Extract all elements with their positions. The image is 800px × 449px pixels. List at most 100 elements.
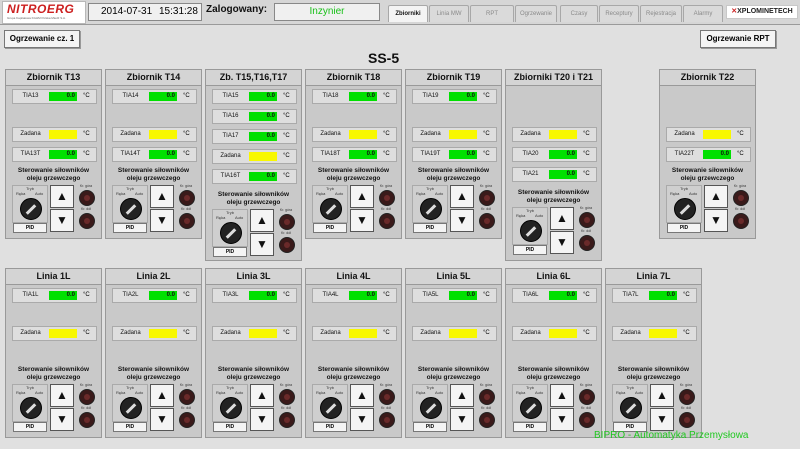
mode-knob[interactable] <box>120 198 142 220</box>
actuator-label-line2: oleju grzewczego <box>226 199 281 206</box>
pid-button[interactable]: PID <box>413 223 447 233</box>
setpoint-label: Zadana <box>520 330 541 336</box>
setpoint-input[interactable] <box>703 130 731 139</box>
actuator-label-line2: oleju grzewczego <box>326 175 381 182</box>
tab-alarmy[interactable]: Alarmy <box>683 5 723 22</box>
pid-button[interactable]: PID <box>413 422 447 432</box>
up-arrow-button[interactable]: ▲ <box>704 185 728 208</box>
down-arrow-button[interactable]: ▼ <box>650 408 674 431</box>
up-arrow-button[interactable]: ▲ <box>250 384 274 407</box>
mode-knob[interactable] <box>20 397 42 419</box>
down-arrow-button[interactable]: ▼ <box>50 408 74 431</box>
up-arrow-button[interactable]: ▲ <box>650 384 674 407</box>
tab-linia-mw[interactable]: Linia MW <box>429 5 469 22</box>
manual-label: Ręka <box>216 390 226 395</box>
down-arrow-button[interactable]: ▼ <box>50 209 74 232</box>
mode-knob[interactable] <box>220 222 242 244</box>
up-arrow-button[interactable]: ▲ <box>350 185 374 208</box>
setpoint-input[interactable] <box>549 329 577 338</box>
temperature-value: 0.0 <box>549 170 577 179</box>
down-arrow-button[interactable]: ▼ <box>704 209 728 232</box>
temperature-row: TIA20 0.0 °C <box>512 147 597 162</box>
up-arrow-button[interactable]: ▲ <box>550 207 574 230</box>
unit-label: °C <box>483 131 490 137</box>
unit-label: °C <box>83 93 90 99</box>
mode-knob[interactable] <box>520 220 542 242</box>
setpoint-input[interactable] <box>249 329 277 338</box>
pid-button[interactable]: PID <box>667 223 701 233</box>
pid-button[interactable]: PID <box>113 223 147 233</box>
temperature-row: TIA21 0.0 °C <box>512 167 597 182</box>
up-arrow-button[interactable]: ▲ <box>150 185 174 208</box>
down-arrow-button[interactable]: ▼ <box>350 209 374 232</box>
mode-knob[interactable] <box>320 198 342 220</box>
up-arrow-button[interactable]: ▲ <box>350 384 374 407</box>
temperature-value: 0.0 <box>149 92 177 101</box>
up-arrow-button[interactable]: ▲ <box>50 185 74 208</box>
mode-knob[interactable] <box>420 397 442 419</box>
tab-rejestracja[interactable]: Rejestracja <box>640 5 682 22</box>
ogrzewanie-cz1-button[interactable]: Ogrzewanie cz. 1 <box>4 30 80 48</box>
mode-knob[interactable] <box>520 397 542 419</box>
pid-button[interactable]: PID <box>513 245 547 255</box>
mode-knob[interactable] <box>220 397 242 419</box>
ogrzewanie-rpt-button[interactable]: Ogrzewanie RPT <box>700 30 776 48</box>
setpoint-input[interactable] <box>149 329 177 338</box>
pid-button[interactable]: PID <box>13 422 47 432</box>
top-limit-indicator <box>679 389 695 405</box>
mode-knob[interactable] <box>120 397 142 419</box>
pid-button[interactable]: PID <box>313 422 347 432</box>
setpoint-input[interactable] <box>449 130 477 139</box>
up-arrow-button[interactable]: ▲ <box>550 384 574 407</box>
mode-knob[interactable] <box>674 198 696 220</box>
mode-knob[interactable] <box>20 198 42 220</box>
up-arrow-button[interactable]: ▲ <box>450 185 474 208</box>
setpoint-input[interactable] <box>249 152 277 161</box>
pid-button[interactable]: PID <box>113 422 147 432</box>
up-arrow-button[interactable]: ▲ <box>50 384 74 407</box>
pid-button[interactable]: PID <box>13 223 47 233</box>
bottom-limit-indicator <box>179 213 195 229</box>
top-limit-indicator <box>479 190 495 206</box>
setpoint-row: Zadana °C <box>412 326 497 341</box>
pid-button[interactable]: PID <box>513 422 547 432</box>
setpoint-input[interactable] <box>349 130 377 139</box>
setpoint-input[interactable] <box>649 329 677 338</box>
tab-rpt[interactable]: RPT <box>470 5 514 22</box>
tab-ogrzewanie[interactable]: Ogrzewanie <box>515 5 557 22</box>
down-arrow-button[interactable]: ▼ <box>250 408 274 431</box>
setpoint-label: Zadana <box>220 330 241 336</box>
pid-button[interactable]: PID <box>213 247 247 257</box>
mode-knob[interactable] <box>620 397 642 419</box>
tab-receptury[interactable]: Receptury <box>599 5 639 22</box>
unit-label: °C <box>183 330 190 336</box>
temperature-value: 0.0 <box>149 150 177 159</box>
setpoint-input[interactable] <box>549 130 577 139</box>
setpoint-input[interactable] <box>449 329 477 338</box>
tab-zbiorniki[interactable]: Zbiorniki <box>388 5 428 22</box>
down-arrow-button[interactable]: ▼ <box>150 408 174 431</box>
down-arrow-button[interactable]: ▼ <box>450 408 474 431</box>
actuator-label-line1: Sterowanie siłowników <box>317 366 390 373</box>
down-arrow-button[interactable]: ▼ <box>150 209 174 232</box>
setpoint-input[interactable] <box>49 130 77 139</box>
down-arrow-button[interactable]: ▼ <box>250 233 274 256</box>
pid-button[interactable]: PID <box>313 223 347 233</box>
setpoint-input[interactable] <box>149 130 177 139</box>
mode-knob[interactable] <box>420 198 442 220</box>
pid-button[interactable]: PID <box>213 422 247 432</box>
temperature-value: 0.0 <box>349 92 377 101</box>
down-arrow-button[interactable]: ▼ <box>350 408 374 431</box>
tab-czasy[interactable]: Czasy <box>560 5 598 22</box>
setpoint-input[interactable] <box>349 329 377 338</box>
mode-knob[interactable] <box>320 397 342 419</box>
up-arrow-button[interactable]: ▲ <box>150 384 174 407</box>
up-arrow-button[interactable]: ▲ <box>450 384 474 407</box>
setpoint-input[interactable] <box>49 329 77 338</box>
down-arrow-button[interactable]: ▼ <box>450 209 474 232</box>
down-arrow-button[interactable]: ▼ <box>550 231 574 254</box>
down-arrow-button[interactable]: ▼ <box>550 408 574 431</box>
actuator-label-line2: oleju grzewczego <box>526 374 581 381</box>
manual-label: Ręka <box>116 191 126 196</box>
up-arrow-button[interactable]: ▲ <box>250 209 274 232</box>
